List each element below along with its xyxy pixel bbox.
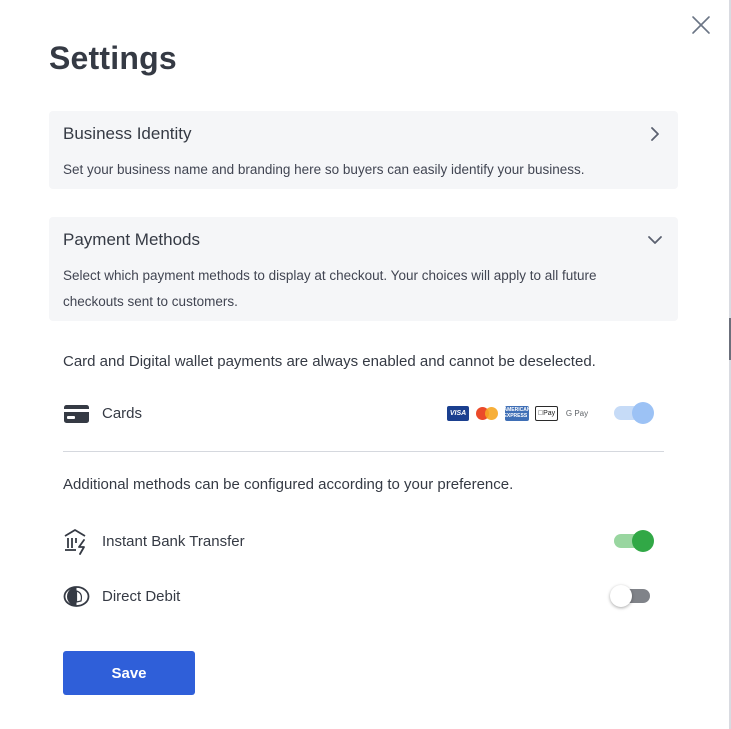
- bank-transfer-label: Instant Bank Transfer: [102, 533, 245, 550]
- divider: [63, 451, 664, 452]
- payment-methods-title: Payment Methods: [63, 230, 201, 249]
- page-title: Settings: [49, 40, 177, 76]
- google-pay-logo: G Pay: [565, 408, 589, 418]
- chevron-right-icon[interactable]: [646, 125, 664, 143]
- close-button[interactable]: [688, 12, 714, 38]
- always-enabled-note: Card and Digital wallet payments are alw…: [63, 353, 596, 370]
- direct-debit-toggle[interactable]: [610, 585, 650, 607]
- payment-method-cards: Cards VISA AMERICAN EXPRESS Pay G Pay: [63, 398, 658, 428]
- cards-toggle[interactable]: [614, 402, 654, 424]
- settings-panel: Settings Business Identity Set your busi…: [0, 0, 729, 729]
- mastercard-logo: [475, 406, 499, 421]
- business-identity-section[interactable]: Business Identity Set your business name…: [49, 111, 678, 189]
- business-identity-description: Set your business name and branding here…: [63, 162, 585, 177]
- amex-logo: AMERICAN EXPRESS: [503, 405, 531, 421]
- chevron-down-icon[interactable]: [646, 231, 664, 249]
- close-icon: [692, 16, 710, 34]
- payment-methods-description: Select which payment methods to display …: [63, 268, 597, 309]
- direct-debit-icon: [63, 583, 90, 610]
- card-brands: VISA AMERICAN EXPRESS Pay G Pay: [447, 405, 590, 421]
- payment-methods-section[interactable]: Payment Methods Select which payment met…: [49, 217, 678, 321]
- cards-label: Cards: [102, 405, 143, 422]
- apple-pay-logo: Pay: [535, 405, 558, 421]
- card-icon: [63, 400, 90, 427]
- save-button[interactable]: Save: [63, 651, 195, 695]
- business-identity-title: Business Identity: [63, 124, 192, 143]
- direct-debit-label: Direct Debit: [102, 588, 181, 605]
- payment-method-bank-transfer: Instant Bank Transfer: [63, 526, 658, 556]
- payment-method-direct-debit: Direct Debit: [63, 581, 658, 611]
- additional-methods-note: Additional methods can be configured acc…: [63, 476, 514, 493]
- visa-logo: VISA: [447, 405, 469, 421]
- bank-transfer-toggle[interactable]: [614, 530, 654, 552]
- bank-transfer-icon: [63, 528, 90, 555]
